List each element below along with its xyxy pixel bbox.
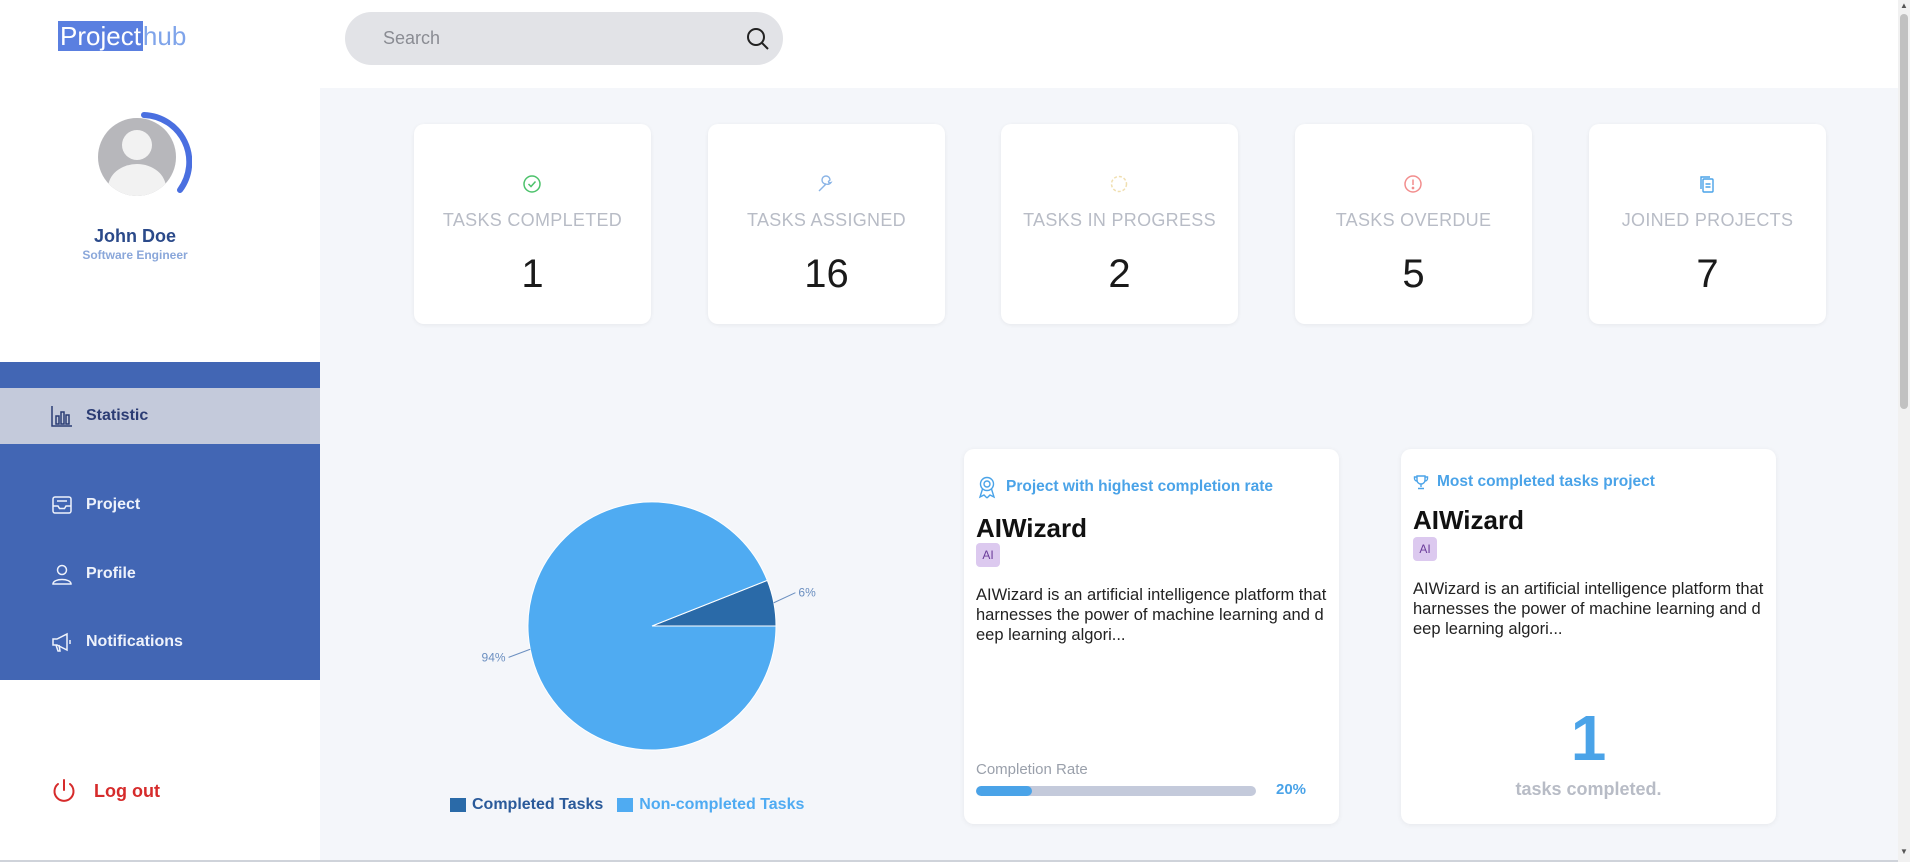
pie-label-leader [508, 648, 531, 658]
search-icon[interactable] [745, 26, 771, 52]
legend-label: Non-completed Tasks [639, 796, 805, 813]
logout-label: Log out [94, 780, 160, 801]
completion-rate-value: 20% [1276, 781, 1307, 798]
stat-card-tasks-assigned: TASKS ASSIGNED 16 [708, 124, 945, 324]
page-scrollbar[interactable]: ▲ ▼ [1898, 0, 1910, 862]
card-heading-text: Project with highest completion rate [1006, 478, 1273, 495]
check-circle-icon [523, 175, 541, 193]
card-heading-text: Most completed tasks project [1437, 473, 1655, 490]
pie-label-leader [773, 592, 796, 604]
sidebar-item-label: Statistic [86, 407, 149, 424]
sidebar-item-project[interactable]: Project [0, 477, 320, 533]
nav-top-strip [0, 362, 320, 388]
pie-slice-non-completed[interactable] [527, 501, 777, 751]
legend-label: Completed Tasks [472, 796, 604, 813]
stat-card-joined-projects: JOINED PROJECTS 7 [1589, 124, 1826, 324]
stat-card-tasks-completed: TASKS COMPLETED 1 [414, 124, 651, 324]
stat-value: 7 [1696, 252, 1719, 296]
project-description: AIWizard is an artificial intelligence p… [1413, 580, 1764, 638]
trophy-icon [1413, 475, 1429, 490]
scroll-up-arrow-icon[interactable]: ▲ [1900, 2, 1908, 10]
stat-label: TASKS COMPLETED [442, 210, 623, 230]
sidebar-item-notifications[interactable]: Notifications [0, 614, 320, 670]
wrench-icon [818, 175, 833, 192]
project-card-most-completed[interactable]: Most completed tasks project AIWizard AI… [1401, 449, 1776, 824]
brand-logo-part2: hub [142, 21, 187, 51]
bar-chart-icon [51, 406, 72, 427]
logout-button[interactable]: Log out [50, 776, 160, 806]
stat-value: 16 [804, 252, 849, 296]
project-title[interactable]: AIWizard [976, 513, 1087, 544]
card-heading: Most completed tasks project [1413, 473, 1655, 491]
legend-item-non-completed[interactable]: Non-completed Tasks [617, 796, 804, 814]
power-icon [53, 779, 75, 802]
legend-swatch [450, 798, 466, 812]
project-title[interactable]: AIWizard [1413, 505, 1524, 536]
user-icon [52, 564, 72, 585]
legend-swatch [617, 798, 634, 812]
completion-rate-bar [976, 786, 1256, 796]
stat-label: TASKS OVERDUE [1335, 210, 1492, 230]
sidebar-item-statistic[interactable]: Statistic [0, 388, 320, 444]
avatar-placeholder-icon [98, 118, 176, 196]
megaphone-icon [52, 632, 71, 652]
copy-icon [1700, 176, 1714, 193]
completion-pie-chart: 6% 94% [460, 480, 860, 780]
scroll-down-arrow-icon[interactable]: ▼ [1900, 848, 1908, 856]
completion-rate-label: Completion Rate [976, 761, 1088, 778]
avatar [92, 112, 192, 212]
completion-rate-fill [976, 786, 1032, 796]
stat-value: 5 [1402, 252, 1425, 296]
tasks-completed-count: 1 [1570, 702, 1607, 774]
sidebar-item-label: Notifications [86, 633, 183, 650]
stat-label: TASKS ASSIGNED [747, 210, 906, 230]
card-heading: Project with highest completion rate [976, 475, 1273, 499]
spinner-icon [1110, 175, 1128, 193]
pie-data-label: 6% [798, 586, 816, 600]
project-card-highest-rate[interactable]: Project with highest completion rate AIW… [964, 449, 1339, 824]
legend-item-completed[interactable]: Completed Tasks [450, 796, 603, 814]
pie-chart-svg: 6% 94% [482, 501, 816, 751]
user-name: John Doe [93, 226, 176, 246]
project-description: AIWizard is an artificial intelligence p… [976, 586, 1327, 644]
stat-label: TASKS IN PROGRESS [1023, 210, 1216, 230]
award-icon [978, 476, 996, 499]
sidebar-nav: Statistic Project Profile Notifications [0, 362, 320, 680]
search-box[interactable] [345, 12, 783, 65]
stat-card-tasks-in-progress: TASKS IN PROGRESS 2 [1001, 124, 1238, 324]
project-tag: AI [1413, 537, 1437, 561]
stat-value: 2 [1108, 252, 1131, 296]
tasks-completed-caption: tasks completed. [1515, 779, 1662, 799]
stat-value: 1 [521, 252, 544, 296]
stat-card-tasks-overdue: TASKS OVERDUE 5 [1295, 124, 1532, 324]
sidebar: Projecthub John Doe Software Engineer St… [0, 0, 320, 862]
alert-circle-icon [1404, 175, 1422, 193]
scroll-thumb[interactable] [1900, 14, 1908, 409]
sidebar-item-label: Profile [86, 565, 136, 582]
search-input[interactable] [383, 28, 723, 49]
inbox-icon [52, 496, 72, 514]
brand-logo[interactable]: Projecthub [58, 18, 186, 54]
stat-label: JOINED PROJECTS [1621, 210, 1794, 230]
sidebar-item-label: Project [86, 496, 141, 513]
project-tag: AI [976, 543, 1000, 567]
brand-logo-part1: Project [58, 21, 143, 51]
pie-data-label: 94% [482, 650, 506, 664]
user-role: Software Engineer [82, 248, 188, 262]
chart-legend: Completed Tasks Non-completed Tasks [450, 796, 818, 814]
sidebar-item-profile[interactable]: Profile [0, 546, 320, 602]
